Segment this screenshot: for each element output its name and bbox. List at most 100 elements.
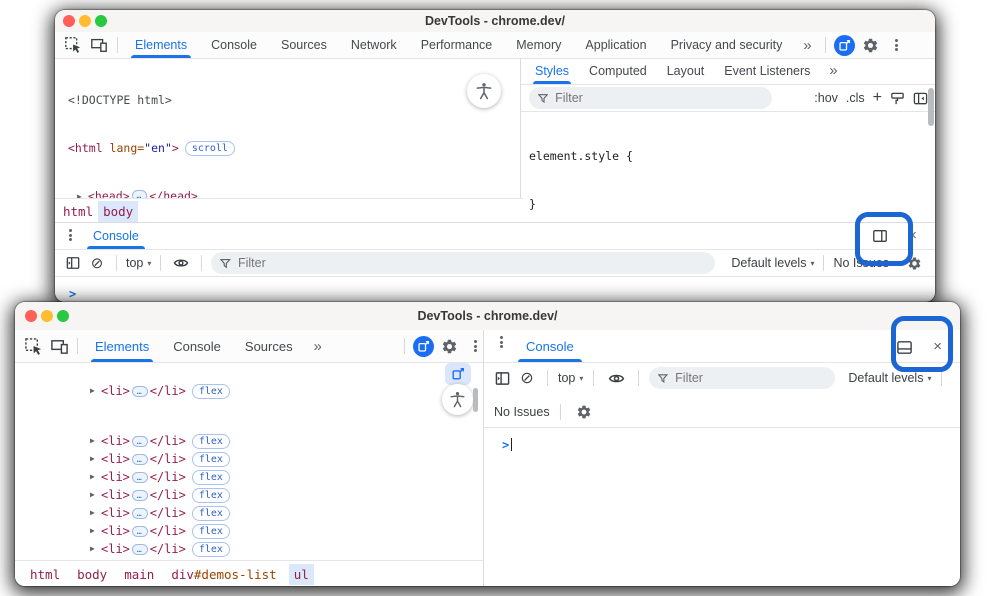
console-prompt-row[interactable]: > [55, 277, 935, 302]
tree-node-li[interactable]: ▶<li>…</li>flex [15, 432, 483, 450]
inspect-icon[interactable] [20, 334, 46, 358]
tree-node-li[interactable]: ▶<li>…</li>flex [15, 450, 483, 468]
toggle-class-button[interactable]: .cls [846, 91, 865, 105]
move-panel-icon[interactable] [445, 363, 471, 385]
new-style-rule-button[interactable]: + [873, 89, 882, 107]
no-issues-label[interactable]: No Issues [833, 256, 889, 270]
font-editor-icon[interactable] [890, 91, 905, 106]
styles-filter[interactable] [529, 87, 772, 109]
tree-node-li[interactable]: ▶<li>…</li>flex [15, 540, 483, 558]
accessibility-button[interactable] [442, 384, 473, 415]
settings-gear-icon[interactable] [857, 33, 883, 57]
expand-dots-button[interactable]: … [132, 454, 148, 465]
console-filter-input[interactable] [673, 370, 826, 386]
close-devtools-icon[interactable]: × [933, 339, 942, 354]
tab-application[interactable]: Application [573, 32, 658, 58]
expand-arrow-icon[interactable]: ▶ [90, 451, 101, 467]
console-filter[interactable] [649, 367, 835, 389]
device-toolbar-icon[interactable] [86, 33, 112, 57]
toggle-hover-state-button[interactable]: :hov [814, 91, 838, 105]
tab-performance[interactable]: Performance [409, 32, 505, 58]
expand-dots-button[interactable]: … [132, 386, 148, 397]
expand-dots-button[interactable]: … [132, 436, 148, 447]
expand-arrow-icon[interactable]: ▶ [90, 505, 101, 521]
console-filter[interactable] [211, 252, 715, 274]
tab-computed[interactable]: Computed [579, 58, 657, 84]
live-expression-eye-icon[interactable] [604, 366, 628, 390]
dock-to-right-icon[interactable] [867, 224, 893, 248]
more-options-kebab-icon[interactable] [883, 33, 909, 57]
device-toolbar-icon[interactable] [46, 334, 72, 358]
expand-arrow-icon[interactable]: ▶ [90, 487, 101, 503]
breadcrumb-main[interactable]: main [119, 564, 159, 585]
flex-badge[interactable]: flex [192, 434, 230, 449]
flex-badge[interactable]: flex [192, 506, 230, 521]
drawer-tab-console[interactable]: Console [510, 330, 590, 362]
scroll-badge[interactable]: scroll [185, 141, 235, 156]
console-settings-gear-icon[interactable] [901, 251, 927, 275]
expand-dots-button[interactable]: … [132, 544, 148, 555]
live-expression-eye-icon[interactable] [170, 251, 192, 275]
elements-scrollbar-thumb[interactable] [473, 388, 478, 412]
drawer-tab-console[interactable]: Console [79, 223, 153, 249]
tree-node-head[interactable]: ▶<head>…</head> [68, 188, 520, 198]
tab-sources[interactable]: Sources [269, 32, 339, 58]
flex-badge[interactable]: flex [192, 470, 230, 485]
tab-event-listeners[interactable]: Event Listeners [714, 58, 820, 84]
more-tabs-button[interactable]: » [305, 334, 331, 358]
styles-scrollbar-thumb[interactable] [928, 88, 934, 126]
flex-badge[interactable]: flex [192, 384, 230, 399]
expand-dots-button[interactable]: … [132, 472, 148, 483]
clear-console-icon[interactable]: ⊘ [517, 366, 537, 390]
console-filter-input[interactable] [236, 255, 706, 271]
no-issues-label[interactable]: No Issues [492, 402, 550, 425]
expand-arrow-icon[interactable]: ▶ [90, 469, 101, 485]
flex-badge[interactable]: flex [192, 452, 230, 467]
more-tabs-button[interactable]: » [794, 33, 820, 57]
drawer-kebab-icon[interactable] [61, 223, 79, 247]
drawer-kebab-icon[interactable] [492, 330, 510, 354]
tree-node-li[interactable]: ▶<li>…</li>flex [15, 522, 483, 540]
default-levels-dropdown[interactable]: Default levels▾ [848, 371, 931, 385]
tree-node-li[interactable]: ▶<li>…</li>flex [15, 382, 483, 400]
tab-elements[interactable]: Elements [123, 32, 199, 58]
expand-dots-button[interactable]: … [132, 526, 148, 537]
close-devtools-icon[interactable]: × [908, 228, 917, 243]
tab-sources[interactable]: Sources [233, 330, 305, 362]
tab-styles[interactable]: Styles [525, 58, 579, 84]
flex-badge[interactable]: flex [192, 542, 230, 557]
inspect-icon[interactable] [60, 33, 86, 57]
console-sidebar-icon[interactable] [492, 366, 512, 390]
console-prompt-row[interactable]: > [484, 428, 960, 454]
breadcrumb-html[interactable]: html [25, 564, 65, 585]
breadcrumb-div-demos-list[interactable]: div#demos-list [166, 564, 281, 585]
more-tabs-button[interactable]: » [820, 58, 846, 82]
settings-gear-icon[interactable] [436, 334, 462, 358]
tree-node-li[interactable]: ▶<li>…</li>flex [15, 468, 483, 486]
context-selector[interactable]: top▾ [558, 371, 583, 385]
tree-node-li[interactable]: ▶<li>…</li>flex [15, 486, 483, 504]
accessibility-button[interactable] [467, 74, 501, 108]
expand-dots-button[interactable]: … [132, 190, 148, 198]
expand-dots-button[interactable]: … [132, 490, 148, 501]
expand-arrow-icon[interactable]: ▶ [90, 433, 101, 449]
expand-dots-button[interactable]: … [132, 508, 148, 519]
tab-privacy-security[interactable]: Privacy and security [659, 32, 795, 58]
style-rule-element[interactable]: element.style { } [521, 112, 935, 222]
breadcrumb-ul-selected[interactable]: ul [289, 564, 314, 585]
breadcrumb-body[interactable]: body [72, 564, 112, 585]
expand-arrow-icon[interactable]: ▶ [90, 383, 101, 399]
dock-to-bottom-icon[interactable] [891, 335, 917, 359]
clear-console-icon[interactable]: ⊘ [87, 251, 107, 275]
computed-sidebar-toggle-icon[interactable] [913, 91, 928, 106]
tree-node-html[interactable]: <html lang="en">scroll [68, 140, 520, 156]
tree-node-li[interactable]: ▶<li>…</li>flex [15, 504, 483, 522]
breadcrumb-html[interactable]: html [58, 201, 98, 222]
tab-network[interactable]: Network [339, 32, 409, 58]
tab-elements[interactable]: Elements [83, 330, 161, 362]
flex-badge[interactable]: flex [192, 488, 230, 503]
expand-arrow-icon[interactable]: ▶ [90, 541, 101, 557]
move-panel-icon[interactable] [831, 33, 857, 57]
expand-arrow-icon[interactable]: ▶ [90, 523, 101, 539]
console-settings-gear-icon[interactable] [571, 400, 597, 424]
